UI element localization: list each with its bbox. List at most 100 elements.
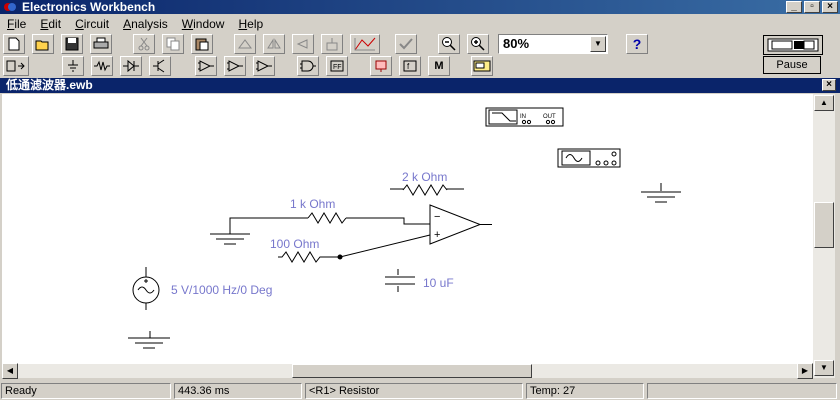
zoom-in-icon — [471, 37, 485, 51]
zoom-select[interactable]: 80% ▼ — [498, 34, 608, 54]
status-ready: Ready — [1, 383, 171, 399]
status-sim-time: 443.36 ms — [174, 383, 302, 399]
status-extra — [647, 383, 837, 399]
graph-icon — [354, 37, 376, 51]
flipflop-icon: FF — [330, 60, 344, 72]
r3-resistor — [278, 251, 338, 263]
diodes-bin-button[interactable] — [120, 56, 142, 76]
svg-text:FF: FF — [333, 64, 342, 71]
instruments-bin-button[interactable] — [471, 56, 493, 76]
digital-ics-bin-button[interactable] — [253, 56, 275, 76]
bode-in-label: IN — [520, 114, 526, 120]
status-selected-component: <R1> Resistor — [305, 383, 523, 399]
ground-right — [641, 183, 681, 203]
horizontal-scroll-thumb[interactable] — [292, 364, 532, 378]
analog-ics-bin-button[interactable] — [195, 56, 217, 76]
graph-button[interactable] — [350, 34, 380, 54]
menu-help[interactable]: Help — [231, 14, 270, 32]
app-logo-icon — [4, 3, 16, 11]
resistor-icon — [94, 60, 110, 72]
transistors-bin-button[interactable] — [149, 56, 171, 76]
flip-horizontal-button[interactable] — [263, 34, 285, 54]
wire-r3-to-opamp — [339, 234, 431, 258]
miscellaneous-bin-button[interactable]: M — [428, 56, 450, 76]
status-bar: Ready 443.36 ms <R1> Resistor Temp: 27 — [0, 382, 840, 400]
scroll-right-icon[interactable]: ▶ — [797, 363, 813, 379]
power-switch-icon — [767, 38, 819, 52]
print-button[interactable] — [90, 34, 112, 54]
sources-bin-button[interactable] — [62, 56, 84, 76]
zoom-in-button[interactable] — [467, 34, 489, 54]
menu-window[interactable]: Window — [175, 14, 232, 32]
schematic: − + IN OUT — [128, 107, 681, 349]
mixed-ics-bin-button[interactable] — [224, 56, 246, 76]
help-button[interactable]: ? — [626, 34, 648, 54]
subcircuit-icon — [326, 38, 338, 51]
favorites-bin-button[interactable] — [3, 56, 29, 76]
menu-circuit[interactable]: Circuit — [68, 14, 116, 32]
ground-bottom — [128, 331, 170, 349]
ground-left — [210, 231, 250, 245]
vertical-scrollbar[interactable]: ▲ ▼ — [813, 94, 835, 378]
new-file-button[interactable] — [3, 34, 25, 54]
r2-resistor — [402, 184, 448, 196]
open-folder-icon — [35, 40, 49, 50]
horizontal-scrollbar[interactable]: ◀ ▶ — [2, 363, 813, 379]
scroll-down-icon[interactable]: ▼ — [814, 360, 834, 376]
menu-analysis[interactable]: Analysis — [116, 14, 175, 32]
menu-edit[interactable]: Edit — [33, 14, 68, 32]
bode-out-label: OUT — [543, 114, 556, 120]
paste-button[interactable] — [191, 34, 213, 54]
scroll-up-icon[interactable]: ▲ — [814, 95, 834, 111]
capacitor — [385, 269, 415, 292]
r1-label: 1 k Ohm — [290, 197, 336, 211]
transistor-icon — [153, 59, 165, 73]
minimize-button[interactable]: _ — [786, 1, 802, 13]
pause-button[interactable]: Pause — [763, 56, 821, 74]
digital-ic-icon — [256, 60, 272, 72]
check-icon — [399, 38, 413, 50]
zoom-out-icon — [442, 37, 456, 51]
paste-icon — [195, 38, 209, 51]
document-close-button[interactable]: × — [822, 79, 836, 91]
vertical-scroll-thumb[interactable] — [814, 202, 834, 248]
open-file-button[interactable] — [32, 34, 54, 54]
indicators-bin-button[interactable] — [370, 56, 392, 76]
rotate-button[interactable] — [234, 34, 256, 54]
chevron-down-icon[interactable]: ▼ — [590, 36, 606, 52]
new-file-icon — [8, 37, 20, 51]
ac-source — [132, 267, 160, 310]
subcircuit-button[interactable] — [321, 34, 343, 54]
circuit-canvas[interactable]: − + IN OUT 1 k Ohm 2 k Ohm 100 Ohm 10 uF… — [2, 94, 813, 364]
rotate-icon — [238, 39, 252, 49]
zoom-out-button[interactable] — [438, 34, 460, 54]
component-properties-button[interactable] — [395, 34, 417, 54]
save-button[interactable] — [61, 34, 83, 54]
logic-gate-icon — [300, 60, 316, 72]
restore-button[interactable]: ▫ — [804, 1, 820, 13]
parts-bin-toolbar: FF f M — [0, 55, 840, 77]
scissors-icon — [138, 37, 150, 51]
menu-file[interactable]: File — [0, 14, 33, 32]
flip-vertical-icon — [296, 39, 308, 49]
capacitor-label: 10 uF — [423, 276, 454, 290]
copy-icon — [166, 37, 180, 51]
controls-bin-button[interactable]: f — [399, 56, 421, 76]
r3-label: 100 Ohm — [270, 237, 320, 251]
copy-button[interactable] — [162, 34, 184, 54]
indicator-icon — [375, 60, 387, 72]
function-generator-instrument — [557, 148, 621, 168]
scroll-left-icon[interactable]: ◀ — [2, 363, 18, 379]
logic-gates-bin-button[interactable] — [297, 56, 319, 76]
mixed-ic-icon — [227, 60, 243, 72]
basic-bin-button[interactable] — [91, 56, 113, 76]
printer-icon — [93, 37, 109, 49]
flip-vertical-button[interactable] — [292, 34, 314, 54]
zoom-value: 80% — [503, 36, 530, 51]
power-switch[interactable] — [763, 35, 823, 55]
opamp-plus-sign: + — [434, 229, 440, 241]
flip-horizontal-icon — [267, 38, 281, 49]
close-button[interactable]: × — [822, 1, 838, 13]
digital-bin-button[interactable]: FF — [326, 56, 348, 76]
cut-button[interactable] — [133, 34, 155, 54]
